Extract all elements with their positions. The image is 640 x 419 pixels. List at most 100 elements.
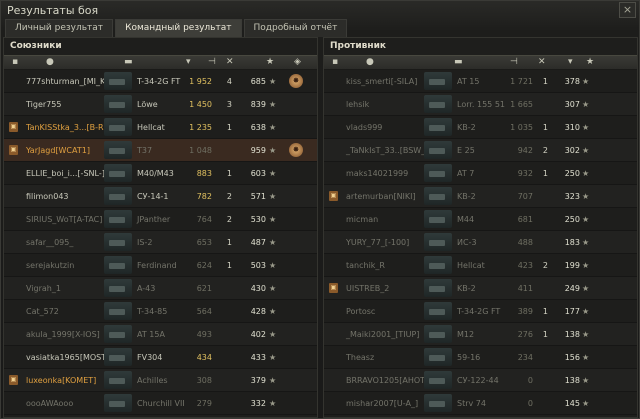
player-name[interactable]: oooAWAooo <box>26 392 73 415</box>
sort-arrow-icon[interactable]: ▾ <box>186 57 191 67</box>
vehicle-column-icon[interactable]: ▬ <box>124 57 133 67</box>
enemies-panel: Противник ▪ ● ▬ ⊣ ✕ ▾ ★ kiss_smerti[-SIL… <box>323 37 638 418</box>
player-name[interactable]: _Maiki2001_[TIUP] <box>346 323 419 346</box>
damage-value: 234 <box>517 353 533 362</box>
player-name[interactable]: kiss_smerti[-SILA] <box>346 70 417 93</box>
xp-column-star-icon[interactable]: ★ <box>266 57 274 67</box>
tank-icon <box>424 233 452 251</box>
medal-icon[interactable]: ✸ <box>289 74 303 88</box>
table-row[interactable]: akula_1999[X-IOS] AT 15A 493 402 ★ <box>4 323 317 346</box>
player-name[interactable]: mishar2007[U-A_] <box>346 392 418 415</box>
kills-column-icon[interactable]: ✕ <box>538 57 546 67</box>
player-name[interactable]: _TaNkIsT_33..[BSW_] <box>346 139 428 162</box>
xp-value: 428 <box>250 307 266 316</box>
damage-column-icon[interactable]: ⊣ <box>510 57 518 67</box>
table-row[interactable]: ▣ artemurban[NIKI] KB-2 707 323 ★ <box>324 185 637 208</box>
table-row[interactable]: mishar2007[U-A_] Strv 74 0 145 ★ <box>324 392 637 415</box>
squad-column-icon[interactable]: ▪ <box>12 57 18 67</box>
kills-column-icon[interactable]: ✕ <box>226 57 234 67</box>
medal-column-icon[interactable]: ◈ <box>294 57 301 67</box>
table-row[interactable]: 777shturman_[MI_KI] T-34-2G FT 1 952 4 685 ★ ✸ <box>4 70 317 93</box>
player-name[interactable]: Cat_572 <box>26 300 59 323</box>
player-name[interactable]: safar__095_ <box>26 231 73 254</box>
star-icon: ★ <box>269 399 277 408</box>
player-name[interactable]: micman <box>346 208 378 231</box>
player-name[interactable]: tanchik_R <box>346 254 385 277</box>
table-row[interactable]: Cat_572 T-34-85 564 428 ★ <box>4 300 317 323</box>
player-name[interactable]: vlads999 <box>346 116 382 139</box>
player-name[interactable]: YarJagd[WCAT1] <box>26 139 90 162</box>
player-name[interactable]: Theasz <box>346 346 374 369</box>
player-name[interactable]: vasiatka1965[MOST2] <box>26 346 114 369</box>
table-row[interactable]: ▣ UISTREB_2 KB-2 411 249 ★ <box>324 277 637 300</box>
vehicle-name: Achilles <box>137 376 168 385</box>
star-icon: ★ <box>269 215 277 224</box>
player-name[interactable]: Vigrah_1 <box>26 277 61 300</box>
squad-column-icon[interactable]: ▪ <box>332 57 338 67</box>
table-row[interactable]: vasiatka1965[MOST2] FV304 434 433 ★ <box>4 346 317 369</box>
kills-value: 2 <box>542 146 548 155</box>
enemies-title: Противник <box>330 41 387 51</box>
xp-value: 177 <box>564 307 580 316</box>
table-row[interactable]: YURY_77_[-100] ИС-3 488 183 ★ <box>324 231 637 254</box>
player-name[interactable]: TanKISStka_3...[B-RS] <box>26 116 112 139</box>
table-row[interactable]: Theasz 59-16 234 156 ★ <box>324 346 637 369</box>
sort-arrow-icon[interactable]: ▾ <box>568 57 573 67</box>
table-row[interactable]: filimon043 СУ-14-1 782 2 571 ★ <box>4 185 317 208</box>
player-name[interactable]: serejakutzin <box>26 254 74 277</box>
table-row[interactable]: Portosc T-34-2G FT 389 1 177 ★ <box>324 300 637 323</box>
medal-icon[interactable]: ✸ <box>289 143 303 157</box>
table-row[interactable]: tanchik_R Hellcat 423 2 199 ★ <box>324 254 637 277</box>
table-row[interactable]: lehsik Lorr. 155 51 1 665 307 ★ <box>324 93 637 116</box>
table-row[interactable]: _Maiki2001_[TIUP] M12 276 1 138 ★ <box>324 323 637 346</box>
table-row[interactable]: oooAWAooo Churchill VII 279 332 ★ <box>4 392 317 415</box>
player-column-icon[interactable]: ● <box>46 57 54 67</box>
table-row[interactable]: SIRIUS_WoT[A-TAC] JPanther 764 2 530 ★ <box>4 208 317 231</box>
player-name[interactable]: artemurban[NIKI] <box>346 185 416 208</box>
player-column-icon[interactable]: ● <box>366 57 374 67</box>
player-name[interactable]: 777shturman_[MI_KI] <box>26 70 111 93</box>
table-row[interactable]: ELLIE_boi_i...[-SNL-] M40/M43 883 1 603 ★ <box>4 162 317 185</box>
player-name[interactable]: ELLIE_boi_i...[-SNL-] <box>26 162 105 185</box>
vehicle-name: T-34-85 <box>137 307 168 316</box>
player-name[interactable]: Portosc <box>346 300 375 323</box>
player-name[interactable]: BRRAVO1205[AHOTA] <box>346 369 433 392</box>
table-row[interactable]: ▣ luxeonka[KOMET] Achilles 308 379 ★ <box>4 369 317 392</box>
player-name[interactable]: akula_1999[X-IOS] <box>26 323 100 346</box>
table-row[interactable]: safar__095_ IS-2 653 1 487 ★ <box>4 231 317 254</box>
damage-value: 1 450 <box>189 100 212 109</box>
tab-personal-result[interactable]: Личный результат <box>5 19 114 37</box>
table-row[interactable]: serejakutzin Ferdinand 624 1 503 ★ <box>4 254 317 277</box>
star-icon: ★ <box>582 192 590 201</box>
player-name[interactable]: YURY_77_[-100] <box>346 231 409 254</box>
player-name[interactable]: SIRIUS_WoT[A-TAC] <box>26 208 102 231</box>
vehicle-column-icon[interactable]: ▬ <box>454 57 463 67</box>
table-row[interactable]: _TaNkIsT_33..[BSW_] E 25 942 2 302 ★ <box>324 139 637 162</box>
table-row[interactable]: BRRAVO1205[AHOTA] СУ-122-44 0 138 ★ <box>324 369 637 392</box>
star-icon: ★ <box>582 376 590 385</box>
damage-value: 782 <box>196 192 212 201</box>
tab-detailed-report[interactable]: Подробный отчёт <box>243 19 348 37</box>
player-name[interactable]: Tiger755 <box>26 93 61 116</box>
table-row[interactable]: ▣ TanKISStka_3...[B-RS] Hellcat 1 235 1 638 ★ <box>4 116 317 139</box>
tank-icon <box>104 325 132 343</box>
player-name[interactable]: luxeonka[KOMET] <box>26 369 96 392</box>
table-row[interactable]: ▣ YarJagd[WCAT1] T37 1 048 959 ★ ✸ <box>4 139 317 162</box>
table-row[interactable]: vlads999 KB-2 1 035 1 310 ★ <box>324 116 637 139</box>
allies-panel: Союзники ▪ ● ▬ ▾ ⊣ ✕ ★ ◈ 777shturman_[MI… <box>3 37 318 418</box>
damage-value: 624 <box>196 261 212 270</box>
table-row[interactable]: maks14021999 AT 7 932 1 250 ★ <box>324 162 637 185</box>
table-row[interactable]: kiss_smerti[-SILA] AT 15 1 721 1 378 ★ <box>324 70 637 93</box>
xp-column-star-icon[interactable]: ★ <box>586 57 594 67</box>
damage-value: 0 <box>527 399 533 408</box>
player-name[interactable]: lehsik <box>346 93 369 116</box>
player-name[interactable]: maks14021999 <box>346 162 408 185</box>
table-row[interactable]: Tiger755 Löwe 1 450 3 839 ★ <box>4 93 317 116</box>
player-name[interactable]: filimon043 <box>26 185 69 208</box>
table-row[interactable]: micman M44 681 250 ★ <box>324 208 637 231</box>
tab-team-result[interactable]: Командный результат <box>115 19 242 37</box>
table-row[interactable]: Vigrah_1 A-43 621 430 ★ <box>4 277 317 300</box>
player-name[interactable]: UISTREB_2 <box>346 277 389 300</box>
close-button[interactable]: × <box>619 2 636 18</box>
damage-column-icon[interactable]: ⊣ <box>208 57 216 67</box>
